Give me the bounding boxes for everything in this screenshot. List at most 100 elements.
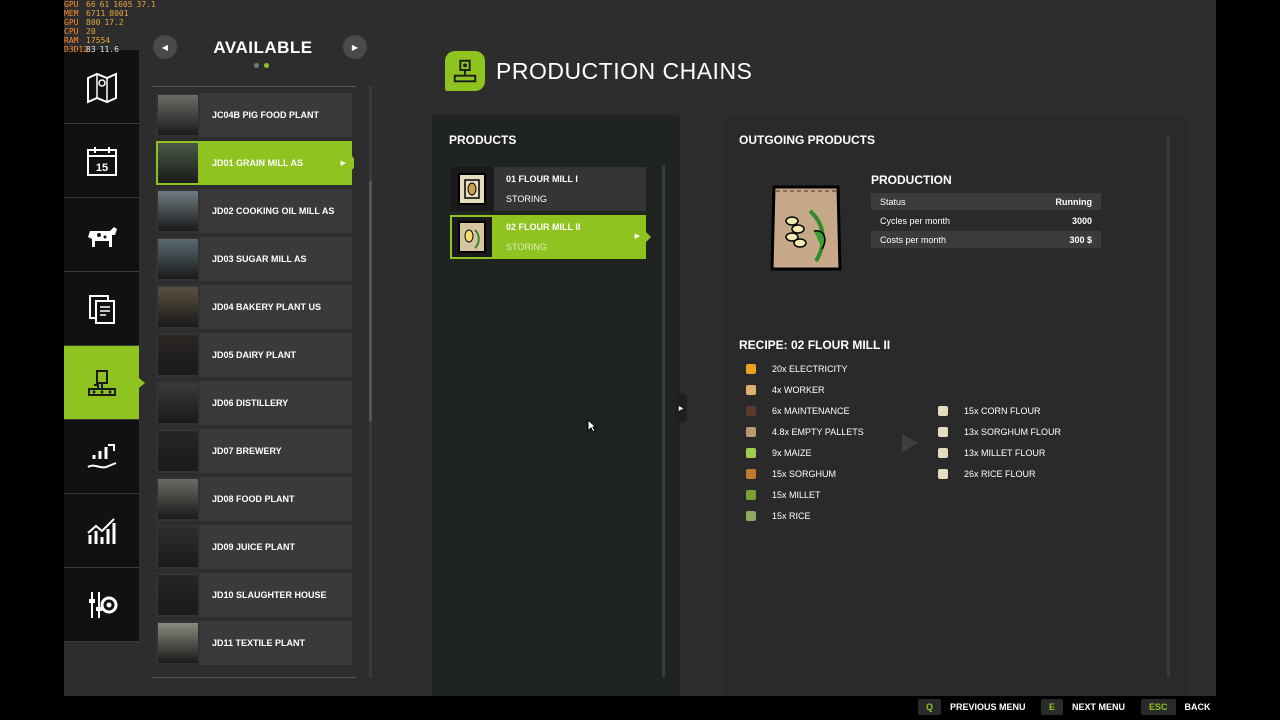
recipe-text: 15x SORGHUM	[772, 469, 837, 479]
list-item[interactable]: JC04B PIG FOOD PLANT	[156, 93, 352, 137]
recipe-line: 4x WORKER	[744, 382, 825, 398]
building-thumbnail	[156, 285, 200, 329]
overlay-value: 8001	[109, 9, 129, 18]
list-item-label: JD05 DAIRY PLANT	[212, 350, 297, 360]
calendar-icon: 15	[86, 146, 117, 176]
list-item-label: JD08 FOOD PLANT	[212, 494, 295, 504]
rail-calendar[interactable]: 15	[64, 124, 139, 198]
status-row: Status Running	[871, 193, 1101, 210]
menu-screen: 15 ◀ AVAILABLE ▶ JC04B PIG FOOD PLANT JD…	[64, 0, 1216, 696]
building-thumbnail	[156, 525, 200, 569]
flour-sack-icon	[450, 215, 494, 259]
rail-statistics[interactable]	[64, 494, 139, 568]
back-button[interactable]: ESC BACK	[1141, 699, 1211, 715]
costs-row: Costs per month 300 $	[871, 231, 1101, 248]
sorghum-icon	[744, 467, 758, 481]
outgoing-title: OUTGOING PRODUCTS	[739, 133, 876, 147]
stat-value: 3000	[1071, 215, 1092, 226]
recipe-line: 15x CORN FLOUR	[936, 403, 1041, 419]
finances-icon	[86, 443, 116, 468]
stat-label: Cycles per month	[880, 215, 951, 226]
page-title: PRODUCTION CHAINS	[496, 58, 753, 84]
overlay-value: 17.2	[104, 18, 124, 27]
list-item-label: JD09 JUICE PLANT	[212, 542, 296, 552]
rail-settings[interactable]	[64, 568, 139, 642]
building-thumbnail	[156, 189, 200, 233]
product-item-selected[interactable]: 02 FLOUR MILL II STORING ▶	[450, 215, 651, 259]
products-title: PRODUCTS	[449, 133, 517, 147]
list-item[interactable]: JD03 SUGAR MILL AS	[156, 237, 352, 281]
overlay-label: CPU	[64, 27, 79, 36]
millet-icon	[744, 488, 758, 502]
building-thumbnail	[156, 573, 200, 617]
settings-icon	[88, 591, 117, 618]
recipe-title: RECIPE: 02 FLOUR MILL II	[739, 338, 891, 352]
list-item[interactable]: JD09 JUICE PLANT	[156, 525, 352, 569]
overlay-value: 6711	[86, 9, 106, 18]
rail-contracts[interactable]	[64, 272, 139, 346]
key-hint: ESC	[1141, 699, 1176, 715]
rail-finances[interactable]	[64, 420, 139, 494]
stat-value: Running	[1055, 196, 1093, 207]
recipe-line: 13x MILLET FLOUR	[936, 445, 1045, 461]
rail-production[interactable]	[64, 346, 145, 420]
previous-menu-button[interactable]: Q PREVIOUS MENU	[918, 699, 1026, 715]
list-item[interactable]: JD05 DAIRY PLANT	[156, 333, 352, 377]
mouse-cursor-icon	[587, 419, 597, 433]
overlay-row: RAM 17554	[64, 36, 244, 45]
product-name: 02 FLOUR MILL II	[506, 222, 581, 232]
list-item[interactable]: JD10 SLAUGHTER HOUSE	[156, 573, 352, 617]
list-item[interactable]: JD08 FOOD PLANT	[156, 477, 352, 521]
recipe-text: 4x WORKER	[772, 385, 825, 395]
list-item[interactable]: JD04 BAKERY PLANT US	[156, 285, 352, 329]
recipe-line: 4.8x EMPTY PALLETS	[744, 424, 864, 440]
recipe-line: 15x MILLET	[744, 487, 821, 503]
building-thumbnail	[156, 429, 200, 473]
building-thumbnail	[156, 333, 200, 377]
rail-animals[interactable]	[64, 198, 139, 272]
list-item-selected[interactable]: JD01 GRAIN MILL AS ▶	[156, 141, 354, 185]
overlay-label: GPU	[64, 0, 79, 9]
recipe-arrow-icon	[902, 434, 918, 452]
pallet-icon	[744, 425, 758, 439]
chevron-right-icon: ▶	[678, 405, 684, 412]
list-item-label: JD02 COOKING OIL MILL AS	[212, 206, 335, 216]
building-thumbnail	[156, 93, 200, 137]
list-item[interactable]: JD06 DISTILLERY	[156, 381, 352, 425]
collapse-tab[interactable]: ▶	[675, 393, 687, 423]
page-dot-active	[264, 63, 269, 68]
maize-icon	[744, 446, 758, 460]
list-item-label: JC04B PIG FOOD PLANT	[212, 110, 320, 120]
button-label: NEXT MENU	[1072, 702, 1126, 712]
overlay-row: MEM 6711 8001	[64, 9, 244, 18]
list-item[interactable]: JD02 COOKING OIL MILL AS	[156, 189, 352, 233]
next-menu-button[interactable]: E NEXT MENU	[1041, 699, 1125, 715]
next-page-button[interactable]: ▶	[343, 35, 367, 59]
calendar-day: 15	[95, 162, 107, 174]
production-chains-icon	[445, 51, 485, 91]
list-item[interactable]: JD11 TEXTILE PLANT	[156, 621, 352, 665]
overlay-value: 17554	[86, 36, 111, 45]
products-scrollbar[interactable]	[662, 165, 665, 677]
rice-icon	[744, 509, 758, 523]
overlay-value: 1605	[113, 0, 133, 9]
rail-map[interactable]	[64, 50, 139, 124]
key-hint: Q	[918, 699, 942, 715]
recipe-text: 4.8x EMPTY PALLETS	[772, 427, 864, 437]
chevron-right-icon: ▶	[340, 160, 346, 167]
scrollbar-thumb[interactable]	[369, 181, 372, 421]
stat-label: Status	[880, 196, 906, 207]
recipe-line: 13x SORGHUM FLOUR	[936, 424, 1061, 440]
overlay-value: 37.1	[136, 0, 156, 9]
recipe-line: 9x MAIZE	[744, 445, 812, 461]
page-dot	[254, 63, 259, 68]
button-label: PREVIOUS MENU	[950, 702, 1026, 712]
outgoing-scrollbar[interactable]	[1167, 135, 1170, 677]
list-scrollbar[interactable]	[369, 86, 372, 678]
list-item-label: JD11 TEXTILE PLANT	[212, 638, 306, 648]
list-item-label: JD03 SUGAR MILL AS	[212, 254, 307, 264]
sorghum-flour-icon	[936, 425, 950, 439]
product-item[interactable]: 01 FLOUR MILL I STORING	[450, 167, 646, 211]
recipe-line: 6x MAINTENANCE	[744, 403, 850, 419]
list-item[interactable]: JD07 BREWERY	[156, 429, 352, 473]
